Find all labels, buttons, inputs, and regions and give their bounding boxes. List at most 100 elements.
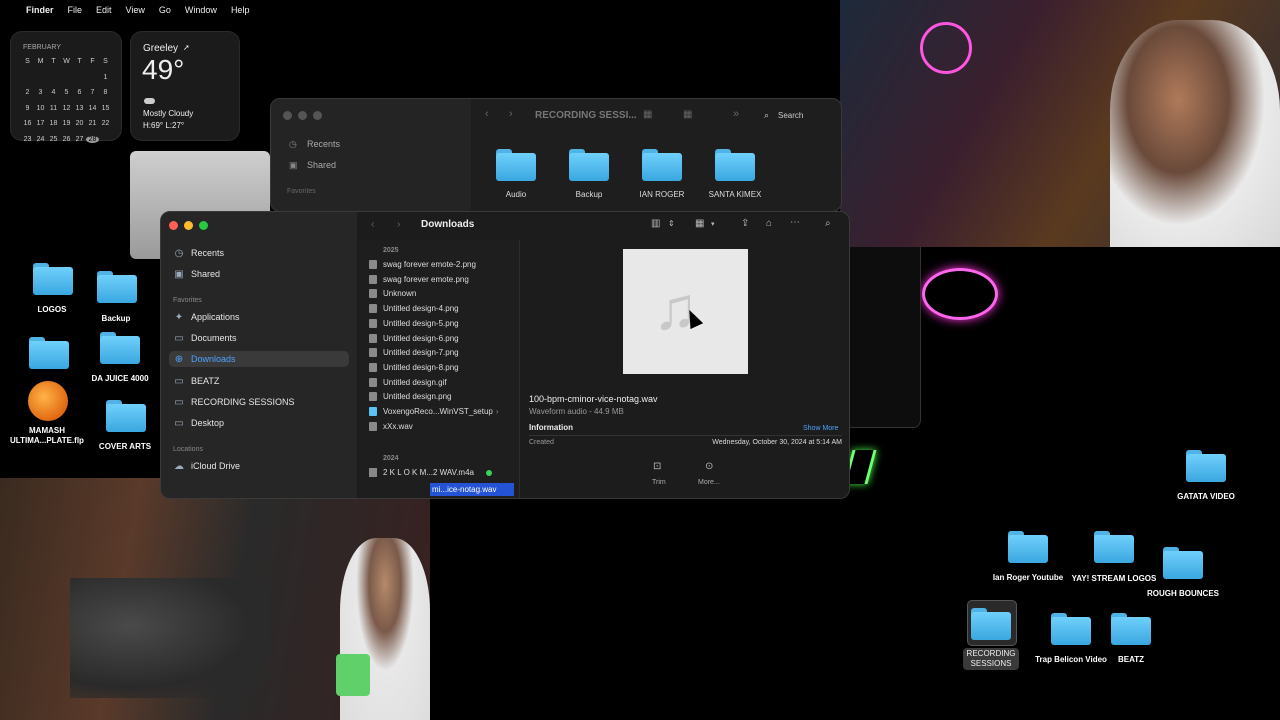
finder-window-downloads[interactable]: ‹ › Downloads ▥ ⇕ ▦ ▾ ⇪ ⌂ ⋯ ⌕ ◷ Recents ▣… (160, 211, 850, 499)
back-chevron-icon[interactable]: ‹ (485, 108, 489, 120)
show-more-link[interactable]: Show More (803, 425, 838, 432)
file-row[interactable]: Untitled design-7.png (369, 346, 459, 359)
share-icon[interactable]: ⇪ (741, 218, 749, 229)
menu-finder[interactable]: Finder (26, 5, 54, 15)
zoom-button[interactable] (313, 111, 322, 120)
folder-icon[interactable] (97, 271, 137, 303)
desktop-label-rough: ROUGH BOUNCES (1146, 589, 1219, 598)
group-icon[interactable]: ▦ (695, 218, 704, 229)
menu-go[interactable]: Go (159, 5, 171, 15)
folder-icon[interactable] (642, 149, 682, 181)
fl-studio-fruit-icon[interactable] (28, 381, 68, 421)
sidebar-item-label: Downloads (191, 354, 236, 364)
file-row[interactable]: Untitled design.png (369, 390, 452, 403)
clock-icon: ◷ (289, 139, 297, 149)
desktop-label-recording-sessions[interactable]: RECORDING SESSIONS (963, 648, 1019, 670)
minimize-button[interactable] (298, 111, 307, 120)
folder-icon[interactable] (29, 337, 69, 369)
file-row[interactable]: Untitled design-8.png (369, 361, 459, 374)
file-row[interactable]: Unknown (369, 287, 416, 300)
location-arrow-icon: ➚ (183, 43, 190, 52)
file-row[interactable]: Untitled design-6.png (369, 332, 459, 345)
weather-widget[interactable]: Greeley ➚ 49° Mostly Cloudy H:69° L:27° (130, 31, 240, 141)
sidebar-item-recents[interactable]: ◷ Recents (173, 245, 343, 261)
file-name: Untitled design-6.png (383, 333, 459, 343)
folder-icon[interactable] (1008, 531, 1048, 563)
menu-help[interactable]: Help (231, 5, 250, 15)
file-row[interactable]: swag forever emote-2.png (369, 258, 476, 271)
menu-file[interactable]: File (68, 5, 83, 15)
view-options-chevron-icon[interactable]: ⇕ (668, 219, 675, 228)
group-chevron-icon[interactable]: ▾ (711, 220, 715, 228)
sidebar-item-desktop[interactable]: ▭ Desktop (173, 415, 343, 431)
folder-icon[interactable] (496, 149, 536, 181)
calendar-widget[interactable]: FEBRUARY S M T W T F S 1 2 3 4 5 6 7 8 9 10 11 12 13 14 15 16 1… (10, 31, 122, 143)
file-row[interactable]: xXx.wav (369, 420, 413, 433)
minimize-button[interactable] (184, 221, 193, 230)
file-row[interactable]: swag forever emote.png (369, 273, 469, 286)
calendar-day (99, 136, 112, 143)
calendar-day: 6 (77, 89, 82, 96)
more-chevrons-icon[interactable]: » (733, 108, 739, 120)
forward-chevron-icon[interactable]: › (509, 108, 513, 120)
trim-icon[interactable]: ⊡ (653, 461, 661, 472)
calendar-weekday: S (25, 58, 30, 65)
more-circle-icon[interactable]: ⊙ (705, 461, 713, 472)
trim-button-label[interactable]: Trim (652, 479, 666, 486)
finder-window-recording-sessions[interactable]: ‹ › RECORDING SESSI... ▦ ▦ » ⌕ Search ◷ … (270, 98, 842, 212)
folder-icon[interactable] (100, 332, 140, 364)
sidebar-item-shared[interactable]: ▣ Shared (173, 266, 343, 282)
folder-icon[interactable] (569, 149, 609, 181)
tag-icon[interactable]: ⌂ (766, 218, 772, 229)
sidebar-item-recents[interactable]: Recents (307, 139, 340, 149)
file-row[interactable]: Untitled design-4.png (369, 302, 459, 315)
calendar-day: 2 (25, 89, 30, 96)
calendar-day: 20 (75, 120, 84, 127)
search-icon[interactable]: ⌕ (825, 218, 831, 229)
more-icon[interactable]: ⋯ (790, 217, 800, 228)
back-chevron-icon[interactable]: ‹ (371, 219, 374, 230)
folder-icon[interactable] (33, 263, 73, 295)
sidebar-item-recording-sessions[interactable]: ▭ RECORDING SESSIONS (173, 394, 343, 410)
search-icon[interactable]: ⌕ (764, 110, 769, 121)
dark-panel (840, 247, 921, 428)
column-view-icon[interactable]: ▥ (651, 218, 660, 229)
calendar-day: 19 (62, 120, 71, 127)
folder-icon[interactable] (971, 608, 1011, 640)
folder-label-ian-roger: IAN ROGER (639, 190, 685, 199)
sidebar-item-icloud[interactable]: ☁ iCloud Drive (173, 458, 343, 474)
sidebar-item-beatz[interactable]: ▭ BEATZ (173, 373, 343, 389)
file-icon (369, 348, 377, 358)
calendar-day (21, 74, 34, 81)
folder-icon[interactable] (1163, 547, 1203, 579)
sidebar-item-applications[interactable]: ✦ Applications (173, 309, 343, 325)
sidebar-item-documents[interactable]: ▭ Documents (173, 330, 343, 346)
file-row[interactable]: VoxengoReco...WinVST_setup › (369, 405, 499, 418)
calendar-day: 27 (75, 135, 84, 143)
forward-chevron-icon[interactable]: › (397, 219, 400, 230)
more-button-label[interactable]: More... (698, 479, 720, 486)
menu-edit[interactable]: Edit (96, 5, 112, 15)
sidebar-item-shared[interactable]: Shared (307, 160, 336, 170)
menu-window[interactable]: Window (185, 5, 217, 15)
folder-icon[interactable] (1094, 531, 1134, 563)
close-button[interactable] (283, 111, 292, 120)
menu-view[interactable]: View (126, 5, 145, 15)
calendar-day: 17 (36, 120, 45, 127)
file-row[interactable]: 2 K L O K M...2 WAV.m4a (369, 468, 492, 477)
group-icon[interactable]: ▦ (683, 109, 692, 120)
sidebar-item-downloads[interactable]: ⊕ Downloads (169, 351, 349, 367)
selected-file-label[interactable]: mi...ice-notag.wav (430, 483, 514, 496)
grid-view-icon[interactable]: ▦ (643, 109, 652, 120)
folder-icon[interactable] (1186, 450, 1226, 482)
zoom-button[interactable] (199, 221, 208, 230)
sidebar-favorites-header: Favorites (287, 188, 316, 195)
close-button[interactable] (169, 221, 178, 230)
file-row[interactable]: Untitled design-5.png (369, 317, 459, 330)
folder-icon[interactable] (715, 149, 755, 181)
search-field[interactable]: Search (778, 111, 803, 120)
folder-icon[interactable] (1111, 613, 1151, 645)
folder-icon[interactable] (1051, 613, 1091, 645)
folder-icon[interactable] (106, 400, 146, 432)
file-row[interactable]: Untitled design.gif (369, 376, 447, 389)
